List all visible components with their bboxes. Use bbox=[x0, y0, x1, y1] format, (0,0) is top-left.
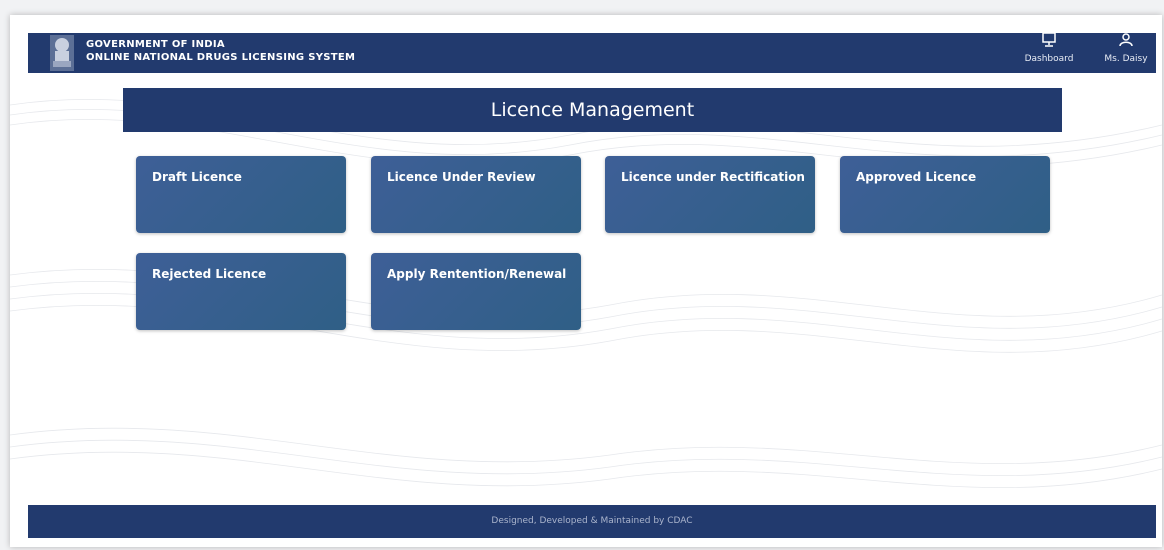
card-label: Rejected Licence bbox=[152, 267, 267, 281]
top-header-bar: GOVERNMENT OF INDIA ONLINE NATIONAL DRUG… bbox=[28, 33, 1156, 73]
card-label: Approved Licence bbox=[856, 170, 977, 184]
card-approved-licence[interactable]: Approved Licence bbox=[840, 156, 1050, 233]
national-emblem-icon bbox=[50, 35, 74, 71]
card-label: Licence under Rectification bbox=[621, 170, 805, 184]
site-title: GOVERNMENT OF INDIA ONLINE NATIONAL DRUG… bbox=[86, 38, 355, 64]
monitor-icon bbox=[1042, 33, 1056, 47]
nav-user-label: Ms. Daisy bbox=[1104, 54, 1148, 64]
site-title-line1: GOVERNMENT OF INDIA bbox=[86, 39, 225, 50]
card-rejected-licence[interactable]: Rejected Licence bbox=[136, 253, 346, 330]
card-label: Draft Licence bbox=[152, 170, 242, 184]
nav-dashboard[interactable]: Dashboard bbox=[1018, 33, 1080, 73]
card-label: Licence Under Review bbox=[387, 170, 536, 184]
user-icon bbox=[1119, 33, 1133, 47]
site-title-line2: ONLINE NATIONAL DRUGS LICENSING SYSTEM bbox=[86, 52, 356, 63]
app-window: GOVERNMENT OF INDIA ONLINE NATIONAL DRUG… bbox=[10, 15, 1162, 547]
card-label: Apply Rentention/Renewal bbox=[387, 267, 567, 281]
card-licence-under-review[interactable]: Licence Under Review bbox=[371, 156, 581, 233]
card-apply-retention-renewal[interactable]: Apply Rentention/Renewal bbox=[371, 253, 581, 330]
card-draft-licence[interactable]: Draft Licence bbox=[136, 156, 346, 233]
card-licence-under-rectification[interactable]: Licence under Rectification bbox=[605, 156, 815, 233]
nav-user-profile[interactable]: Ms. Daisy bbox=[1098, 33, 1154, 73]
nav-dashboard-label: Dashboard bbox=[1024, 54, 1074, 64]
page-title: Licence Management bbox=[123, 88, 1062, 132]
footer-bar: Designed, Developed & Maintained by CDAC bbox=[28, 505, 1156, 538]
footer-credit: Designed, Developed & Maintained by CDAC bbox=[491, 516, 693, 526]
